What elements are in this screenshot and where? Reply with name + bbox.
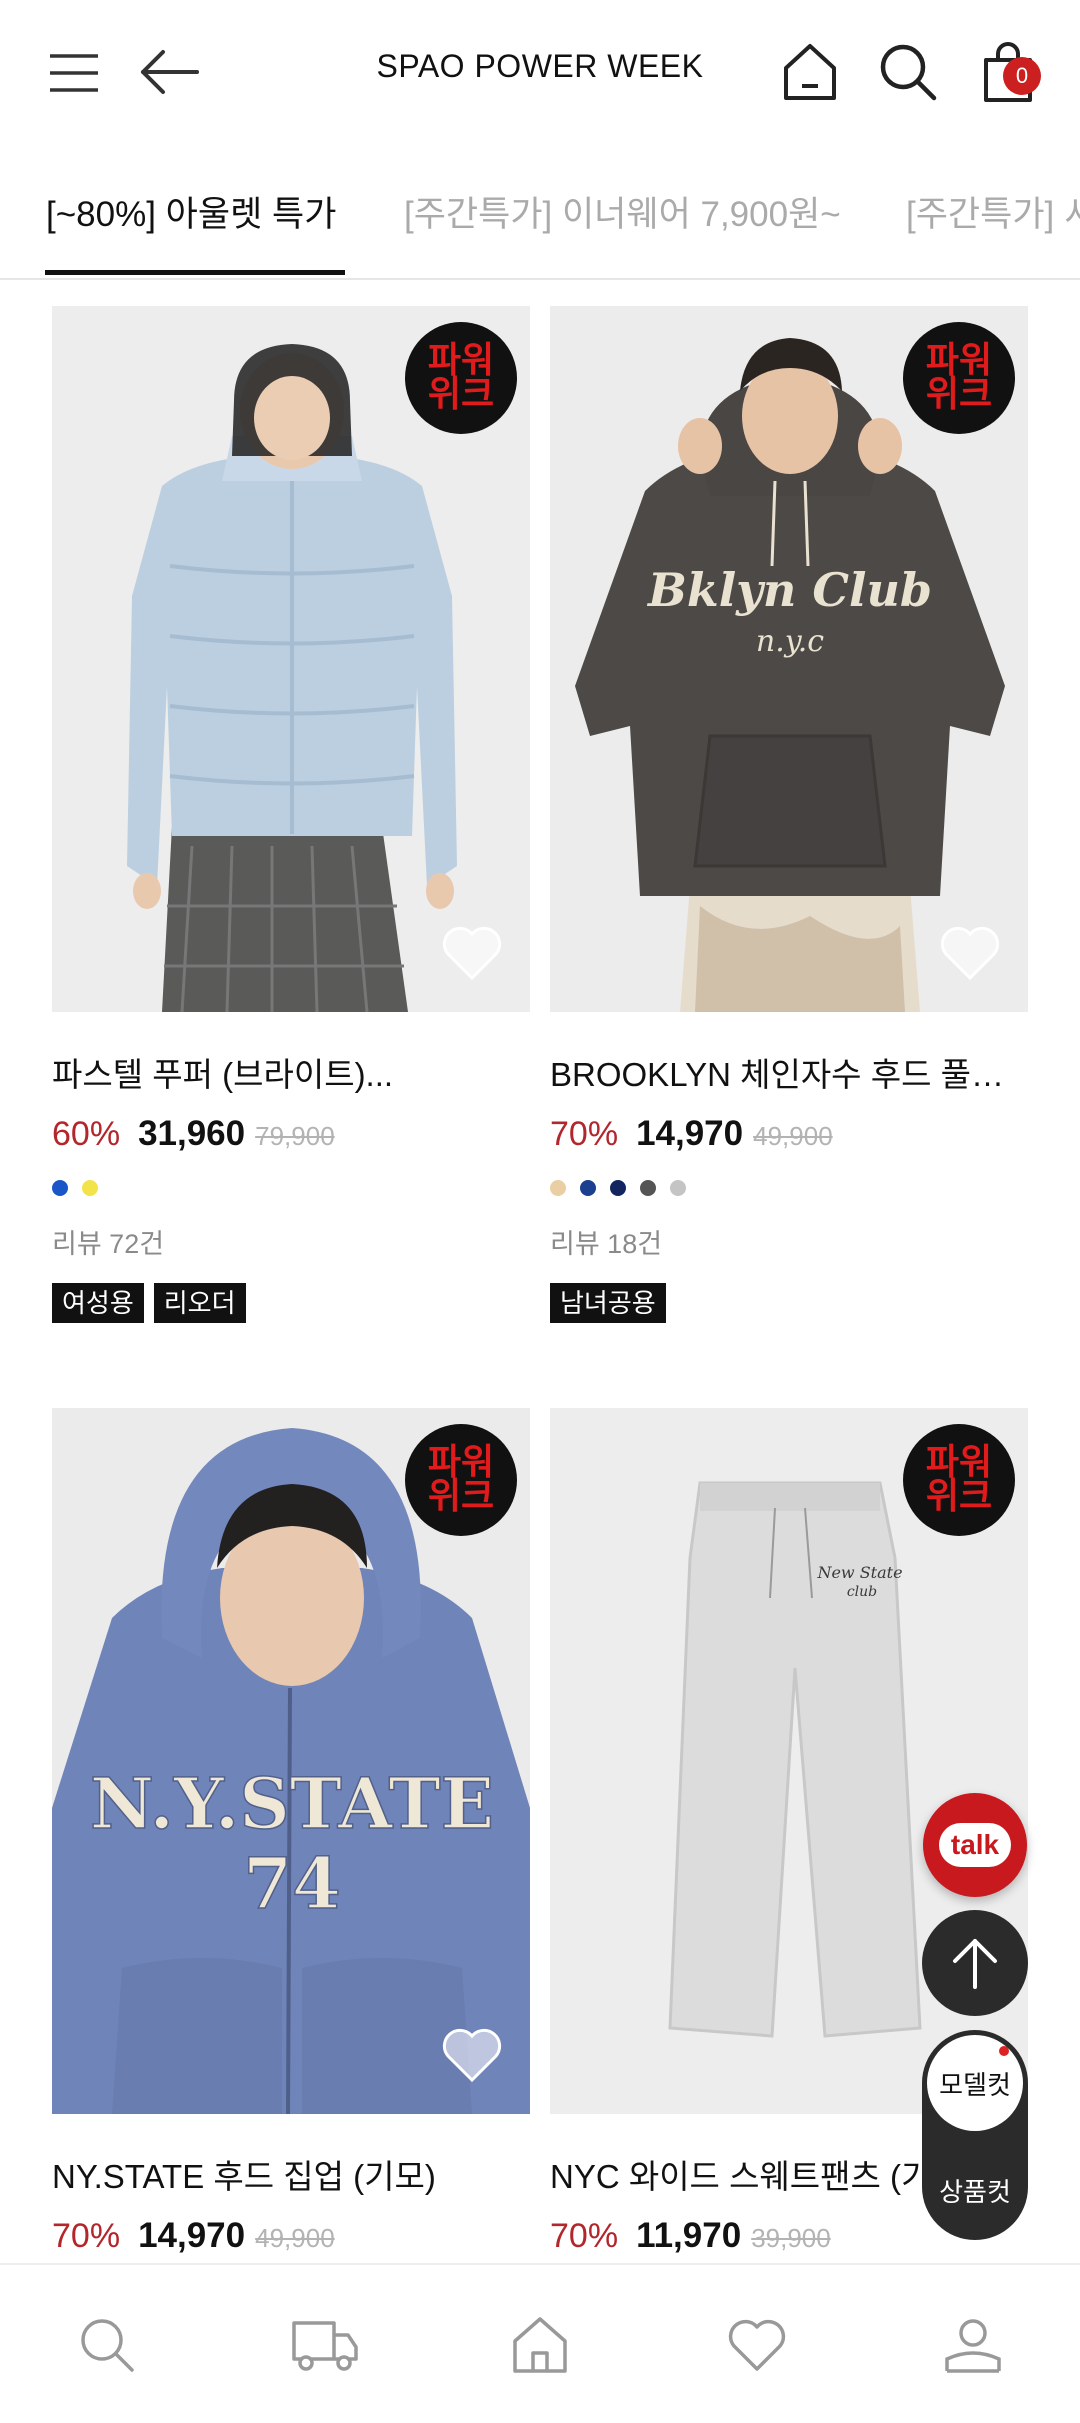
product-image[interactable]: 파워 위크: [52, 306, 530, 1012]
original-price: 79,900: [255, 1121, 335, 1151]
heart-icon[interactable]: [722, 2310, 792, 2380]
product-image[interactable]: N.Y.STATE 74 파워 위크: [52, 1408, 530, 2114]
active-tab-indicator: [45, 270, 345, 275]
wishlist-heart-icon[interactable]: [938, 924, 1002, 982]
discount-rate: 70%: [550, 2217, 619, 2255]
tab-outlet-sale[interactable]: [~80%] 아울렛 특가: [46, 186, 336, 237]
original-price: 49,900: [753, 1121, 833, 1151]
wishlist-heart-icon[interactable]: [440, 924, 504, 982]
review-count: 리뷰 72건: [52, 1229, 165, 1259]
power-week-badge: 파워 위크: [903, 1424, 1015, 1536]
svg-text:club: club: [847, 1584, 877, 1600]
color-swatch: [52, 1180, 68, 1196]
app-header: SPAO POWER WEEK 0: [0, 0, 1080, 150]
tab-innerwear-sale[interactable]: [주간특가] 이너웨어 7,900원~: [404, 186, 841, 237]
product-name[interactable]: BROOKLYN 체인자수 후드 풀오...: [550, 1048, 1028, 1096]
product-name[interactable]: NY.STATE 후드 집업 (기모): [52, 2150, 530, 2198]
color-swatch: [670, 1180, 686, 1196]
product-image[interactable]: Bklyn Club n.y.c 파워 위크: [550, 306, 1028, 1012]
power-week-badge: 파워 위크: [903, 322, 1015, 434]
page-title: SPAO POWER WEEK: [376, 48, 704, 84]
discount-rate: 70%: [52, 2217, 121, 2255]
product-tags: 남녀공용: [550, 1283, 1028, 1323]
cart-count-badge: 0: [1003, 57, 1041, 95]
price-row: 60% 31,960 79,900: [52, 1114, 530, 1154]
product-card[interactable]: 파워 위크 파스텔 푸퍼 (브라이트)... 60% 31,960 79,900 …: [52, 306, 530, 1323]
original-price: 49,900: [255, 2223, 335, 2253]
sale-price: 31,960: [138, 1114, 246, 1153]
price-row: 70% 14,970 49,900: [550, 1114, 1028, 1154]
price-row: 70% 14,970 49,900: [52, 2216, 530, 2256]
color-swatch: [640, 1180, 656, 1196]
color-swatch: [610, 1180, 626, 1196]
power-week-badge: 파워 위크: [405, 322, 517, 434]
back-arrow-icon[interactable]: [138, 46, 202, 98]
svg-text:n.y.c: n.y.c: [756, 624, 824, 659]
discount-rate: 70%: [550, 1115, 619, 1153]
search-icon[interactable]: [876, 40, 940, 104]
bottom-navigation: [0, 2263, 1080, 2423]
user-icon[interactable]: [938, 2310, 1008, 2380]
original-price: 39,900: [751, 2223, 831, 2253]
sale-price: 11,970: [636, 2216, 742, 2255]
tag-label: 여성용: [52, 1283, 144, 1323]
chat-talk-button[interactable]: talk: [923, 1793, 1027, 1897]
scroll-to-top-button[interactable]: [922, 1910, 1028, 2016]
review-count: 리뷰 18건: [550, 1229, 663, 1259]
svg-text:N.Y.STATE: N.Y.STATE: [90, 1762, 494, 1845]
talk-label: talk: [938, 1823, 1012, 1867]
tab-weekly-sale[interactable]: [주간특가] 셔: [906, 186, 1080, 237]
wishlist-heart-icon[interactable]: [440, 2026, 504, 2084]
sale-price: 14,970: [636, 1114, 744, 1153]
product-cut-option[interactable]: 상품컷: [922, 2172, 1028, 2209]
power-week-badge: 파워 위크: [405, 1424, 517, 1536]
active-dot: [999, 2046, 1009, 2056]
home-icon[interactable]: [780, 40, 840, 104]
svg-text:Bklyn Club: Bklyn Club: [646, 563, 932, 617]
product-card[interactable]: Bklyn Club n.y.c 파워 위크 BROOKLYN 체인자수 후드 풀…: [550, 306, 1028, 1323]
product-card[interactable]: N.Y.STATE 74 파워 위크 NY.STATE 후드 집업 (기모) 70…: [52, 1408, 530, 2256]
color-swatches: [550, 1180, 1028, 1196]
sale-price: 14,970: [138, 2216, 246, 2255]
tag-label: 리오더: [153, 1283, 246, 1323]
arrow-up-icon: [953, 1939, 997, 1989]
home-icon[interactable]: [505, 2310, 575, 2380]
category-tabs: [~80%] 아울렛 특가 [주간특가] 이너웨어 7,900원~ [주간특가]…: [0, 150, 1080, 280]
color-swatch: [580, 1180, 596, 1196]
svg-text:New State: New State: [816, 1563, 902, 1582]
menu-icon[interactable]: [46, 48, 102, 98]
tag-label: 남녀공용: [550, 1283, 666, 1323]
delivery-truck-icon[interactable]: [289, 2310, 359, 2380]
svg-text:74: 74: [243, 1842, 340, 1925]
color-swatch: [82, 1180, 98, 1196]
color-swatch: [550, 1180, 566, 1196]
search-icon[interactable]: [72, 2310, 142, 2380]
product-tags: 여성용 리오더: [52, 1283, 530, 1323]
color-swatches: [52, 1180, 530, 1196]
image-view-toggle[interactable]: 모델컷 상품컷: [922, 2030, 1028, 2240]
product-name[interactable]: 파스텔 푸퍼 (브라이트)...: [52, 1048, 530, 1096]
discount-rate: 60%: [52, 1115, 121, 1153]
